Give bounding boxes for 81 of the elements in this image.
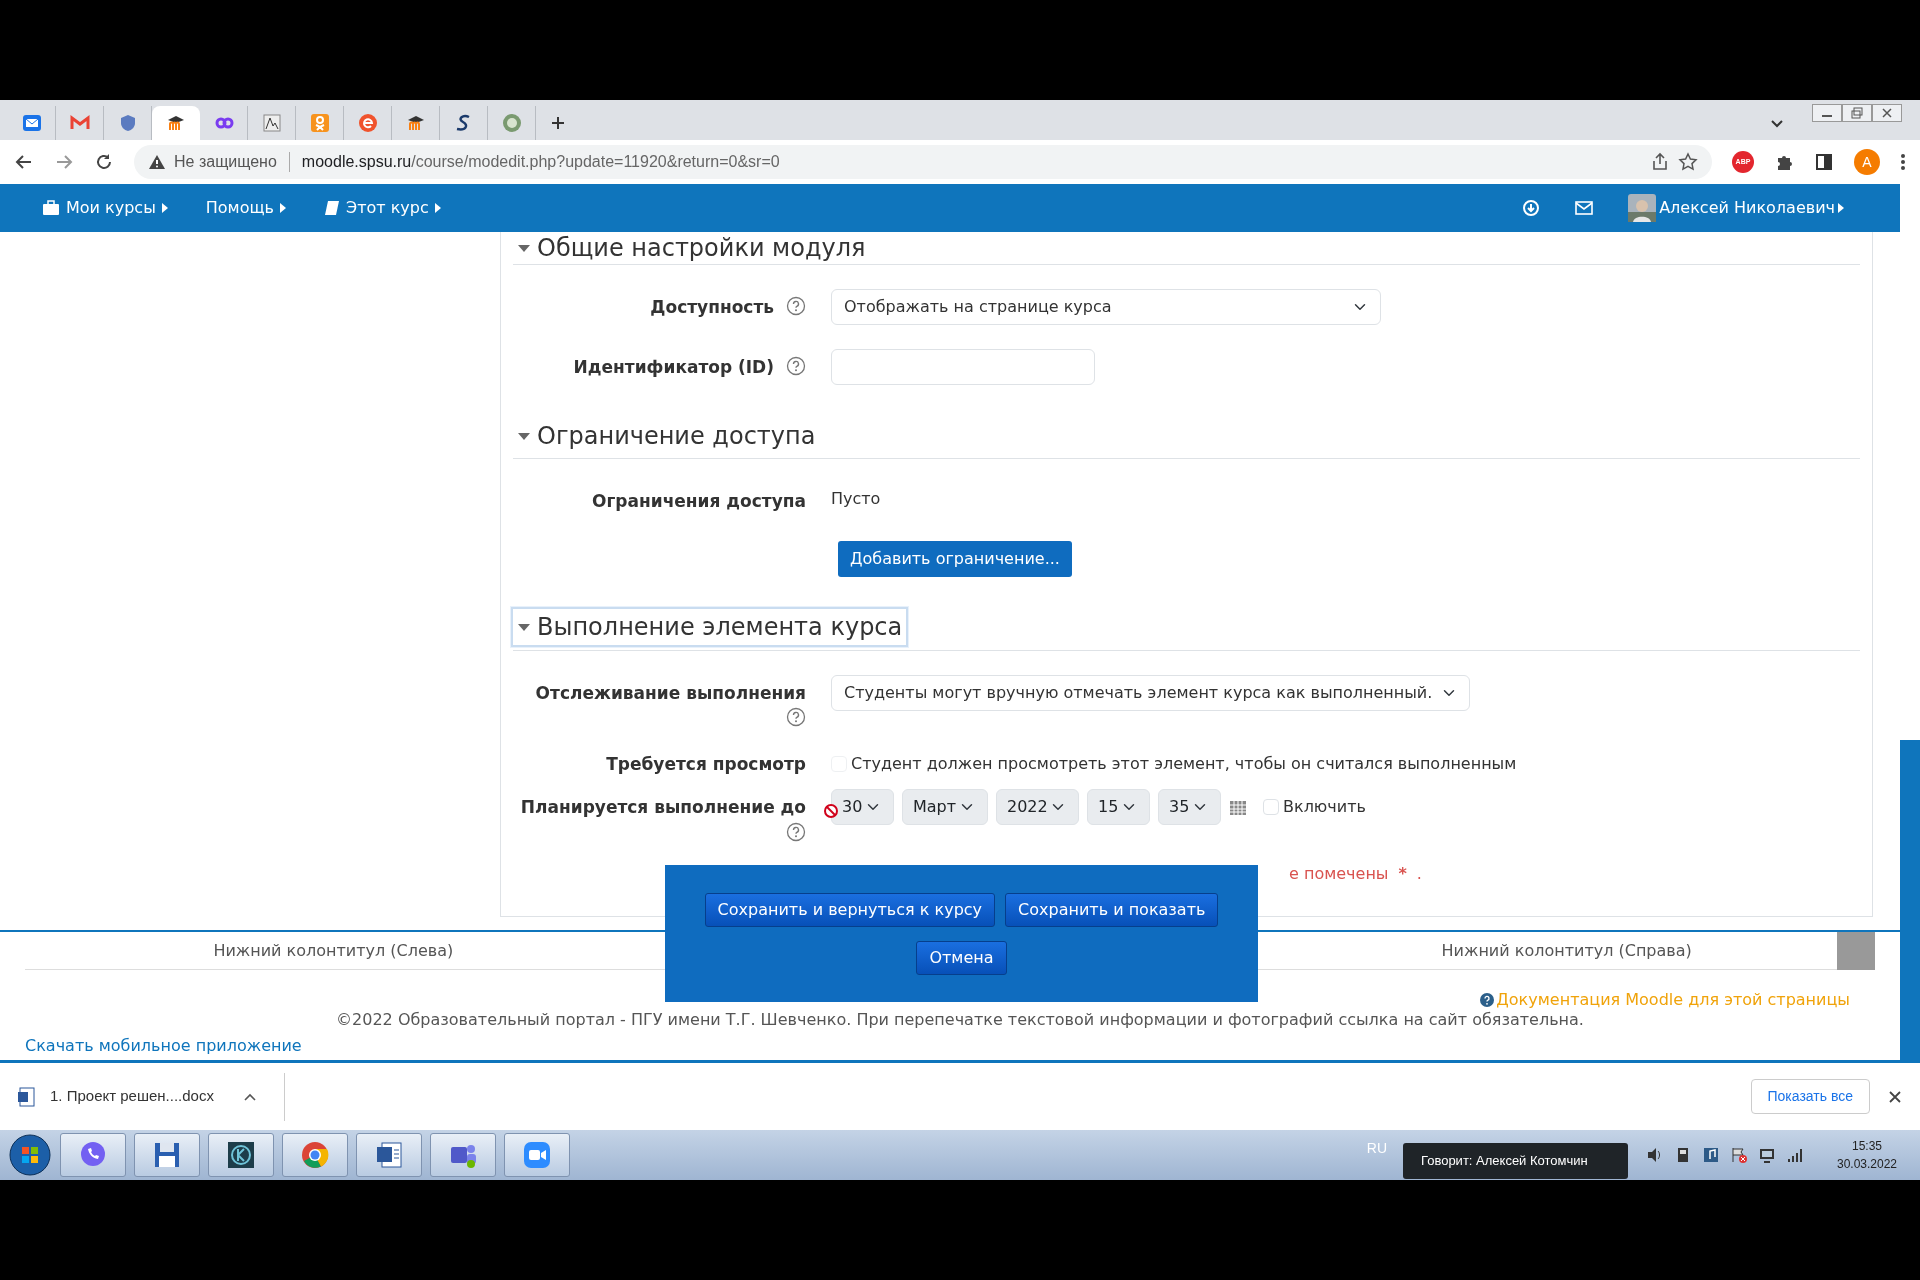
add-restriction-button[interactable]: Добавить ограничение... <box>838 540 1072 577</box>
hat-icon <box>166 113 186 133</box>
field-label: Идентификатор (ID) <box>573 357 774 377</box>
not-allowed-cursor-icon <box>823 803 839 819</box>
floppy-icon[interactable] <box>152 1140 182 1170</box>
mail-icon[interactable] <box>1574 200 1595 216</box>
chrome-icon[interactable] <box>300 1140 330 1170</box>
browser-tab[interactable] <box>152 106 200 140</box>
field-value: Пусто <box>831 488 881 510</box>
footer-text: Нижний колонтитул (Слева) <box>213 940 454 960</box>
monitor-icon[interactable] <box>1758 1146 1776 1164</box>
nav-menu-item[interactable]: Помощь <box>205 196 286 220</box>
reload-icon[interactable] <box>94 152 114 172</box>
share-icon[interactable] <box>1650 152 1670 172</box>
section-heading[interactable]: Общие настройки модуля <box>537 230 866 266</box>
flag-error-icon[interactable] <box>1730 1146 1748 1164</box>
download-file-name[interactable]: 1. Проект решен....docx <box>50 1085 214 1108</box>
nav-menu-item[interactable]: Мои курсы <box>42 196 168 220</box>
help-icon[interactable] <box>786 707 806 727</box>
mail-icon <box>21 113 42 133</box>
app-link[interactable]: Скачать мобильное приложение <box>25 1036 302 1055</box>
globe-icon <box>501 113 522 133</box>
figure-icon <box>309 113 330 133</box>
briefcase-icon <box>42 200 60 216</box>
close-icon[interactable] <box>1872 104 1902 122</box>
field-label: Планируется выполнение до <box>520 797 806 817</box>
document-icon[interactable] <box>374 1140 404 1170</box>
ring-icon[interactable] <box>226 1140 256 1170</box>
caret-icon <box>161 203 168 213</box>
caret-icon <box>280 203 286 213</box>
video-camera-icon[interactable] <box>522 1140 552 1170</box>
warning-icon <box>148 153 166 171</box>
text-input[interactable] <box>831 349 1095 385</box>
field-label: Требуется просмотр <box>606 753 806 774</box>
help-icon[interactable] <box>786 296 806 316</box>
grid-icon <box>261 113 282 133</box>
circle-icon <box>357 113 378 133</box>
signal-icon[interactable] <box>1786 1146 1804 1164</box>
document-icon <box>18 1086 36 1107</box>
speaker-tooltip: Говорит: Алексей Котомчин <box>1403 1143 1628 1179</box>
section-heading[interactable]: Ограничение доступа <box>537 417 816 454</box>
start-button[interactable] <box>8 1133 52 1177</box>
calendar-icon[interactable] <box>1229 798 1247 816</box>
field-label: Доступность <box>650 297 774 317</box>
scrollbar[interactable] <box>1900 740 1920 1060</box>
footer-text: Нижний колонтитул (Справа) <box>1441 940 1692 960</box>
download-icon[interactable] <box>1522 199 1541 217</box>
dropdown[interactable]: Студенты могут вручную отмечать элемент курса как выполненный. <box>831 674 1470 711</box>
save-button[interactable]: Сохранить и показать <box>1005 892 1219 927</box>
menu-icon[interactable] <box>1900 152 1906 172</box>
required-mark: * <box>1398 863 1407 885</box>
checkbox-label: Включить <box>1283 796 1366 818</box>
url-text: moodle.spsu.ru/course/modedit.php?update=11920&return=0&sr=0 <box>301 152 780 172</box>
help-icon <box>1480 993 1495 1007</box>
show-all-button[interactable]: Показать все <box>1750 1079 1870 1114</box>
user-menu[interactable]: Алексей Николаевич <box>1628 194 1844 222</box>
new-tab-icon[interactable] <box>550 115 566 131</box>
dropdown[interactable]: Отображать на странице курса <box>831 289 1381 325</box>
book-icon <box>324 200 340 216</box>
section-heading[interactable]: Выполнение элемента курса <box>537 609 903 645</box>
caret-icon <box>1838 203 1844 213</box>
sidebar-icon[interactable] <box>1814 152 1834 172</box>
address-bar[interactable]: Не защищено moodle.spsu.ru/course/modedit.php?update=11920&return=0&sr=0 <box>134 145 1712 179</box>
required-note-end: . <box>1416 863 1422 885</box>
minimize-icon[interactable] <box>1812 104 1842 122</box>
checkbox-label: Студент должен просмотреть этот элемент, чтобы он считался выполненным <box>851 752 1517 775</box>
copyright-text: ©2022 Образовательный портал - ПГУ имени Т.Г. Шевченко. При перепечатке текстовой информации и фотографий ссылка на сайт обязательна. <box>336 1010 1584 1029</box>
required-note: е помечены <box>1289 863 1389 885</box>
nav-menu-item[interactable]: Этот курс <box>324 196 441 220</box>
caret-icon <box>434 203 441 213</box>
cancel-button[interactable]: Отмена <box>916 940 1007 975</box>
star-icon[interactable] <box>1678 152 1698 172</box>
save-button[interactable]: Сохранить и вернуться к курсу <box>704 892 996 927</box>
restore-icon[interactable] <box>1842 104 1872 122</box>
chevron-icon[interactable] <box>243 1092 256 1101</box>
security-label: Не защищено <box>174 152 277 172</box>
close-icon[interactable] <box>1888 1089 1902 1104</box>
help-icon[interactable] <box>786 356 806 376</box>
clock[interactable]: 15:35 30.03.2022 <box>1822 1137 1912 1173</box>
field-label: Ограничения доступа <box>592 491 806 511</box>
field-label: Отслеживание выполнения <box>535 682 806 703</box>
